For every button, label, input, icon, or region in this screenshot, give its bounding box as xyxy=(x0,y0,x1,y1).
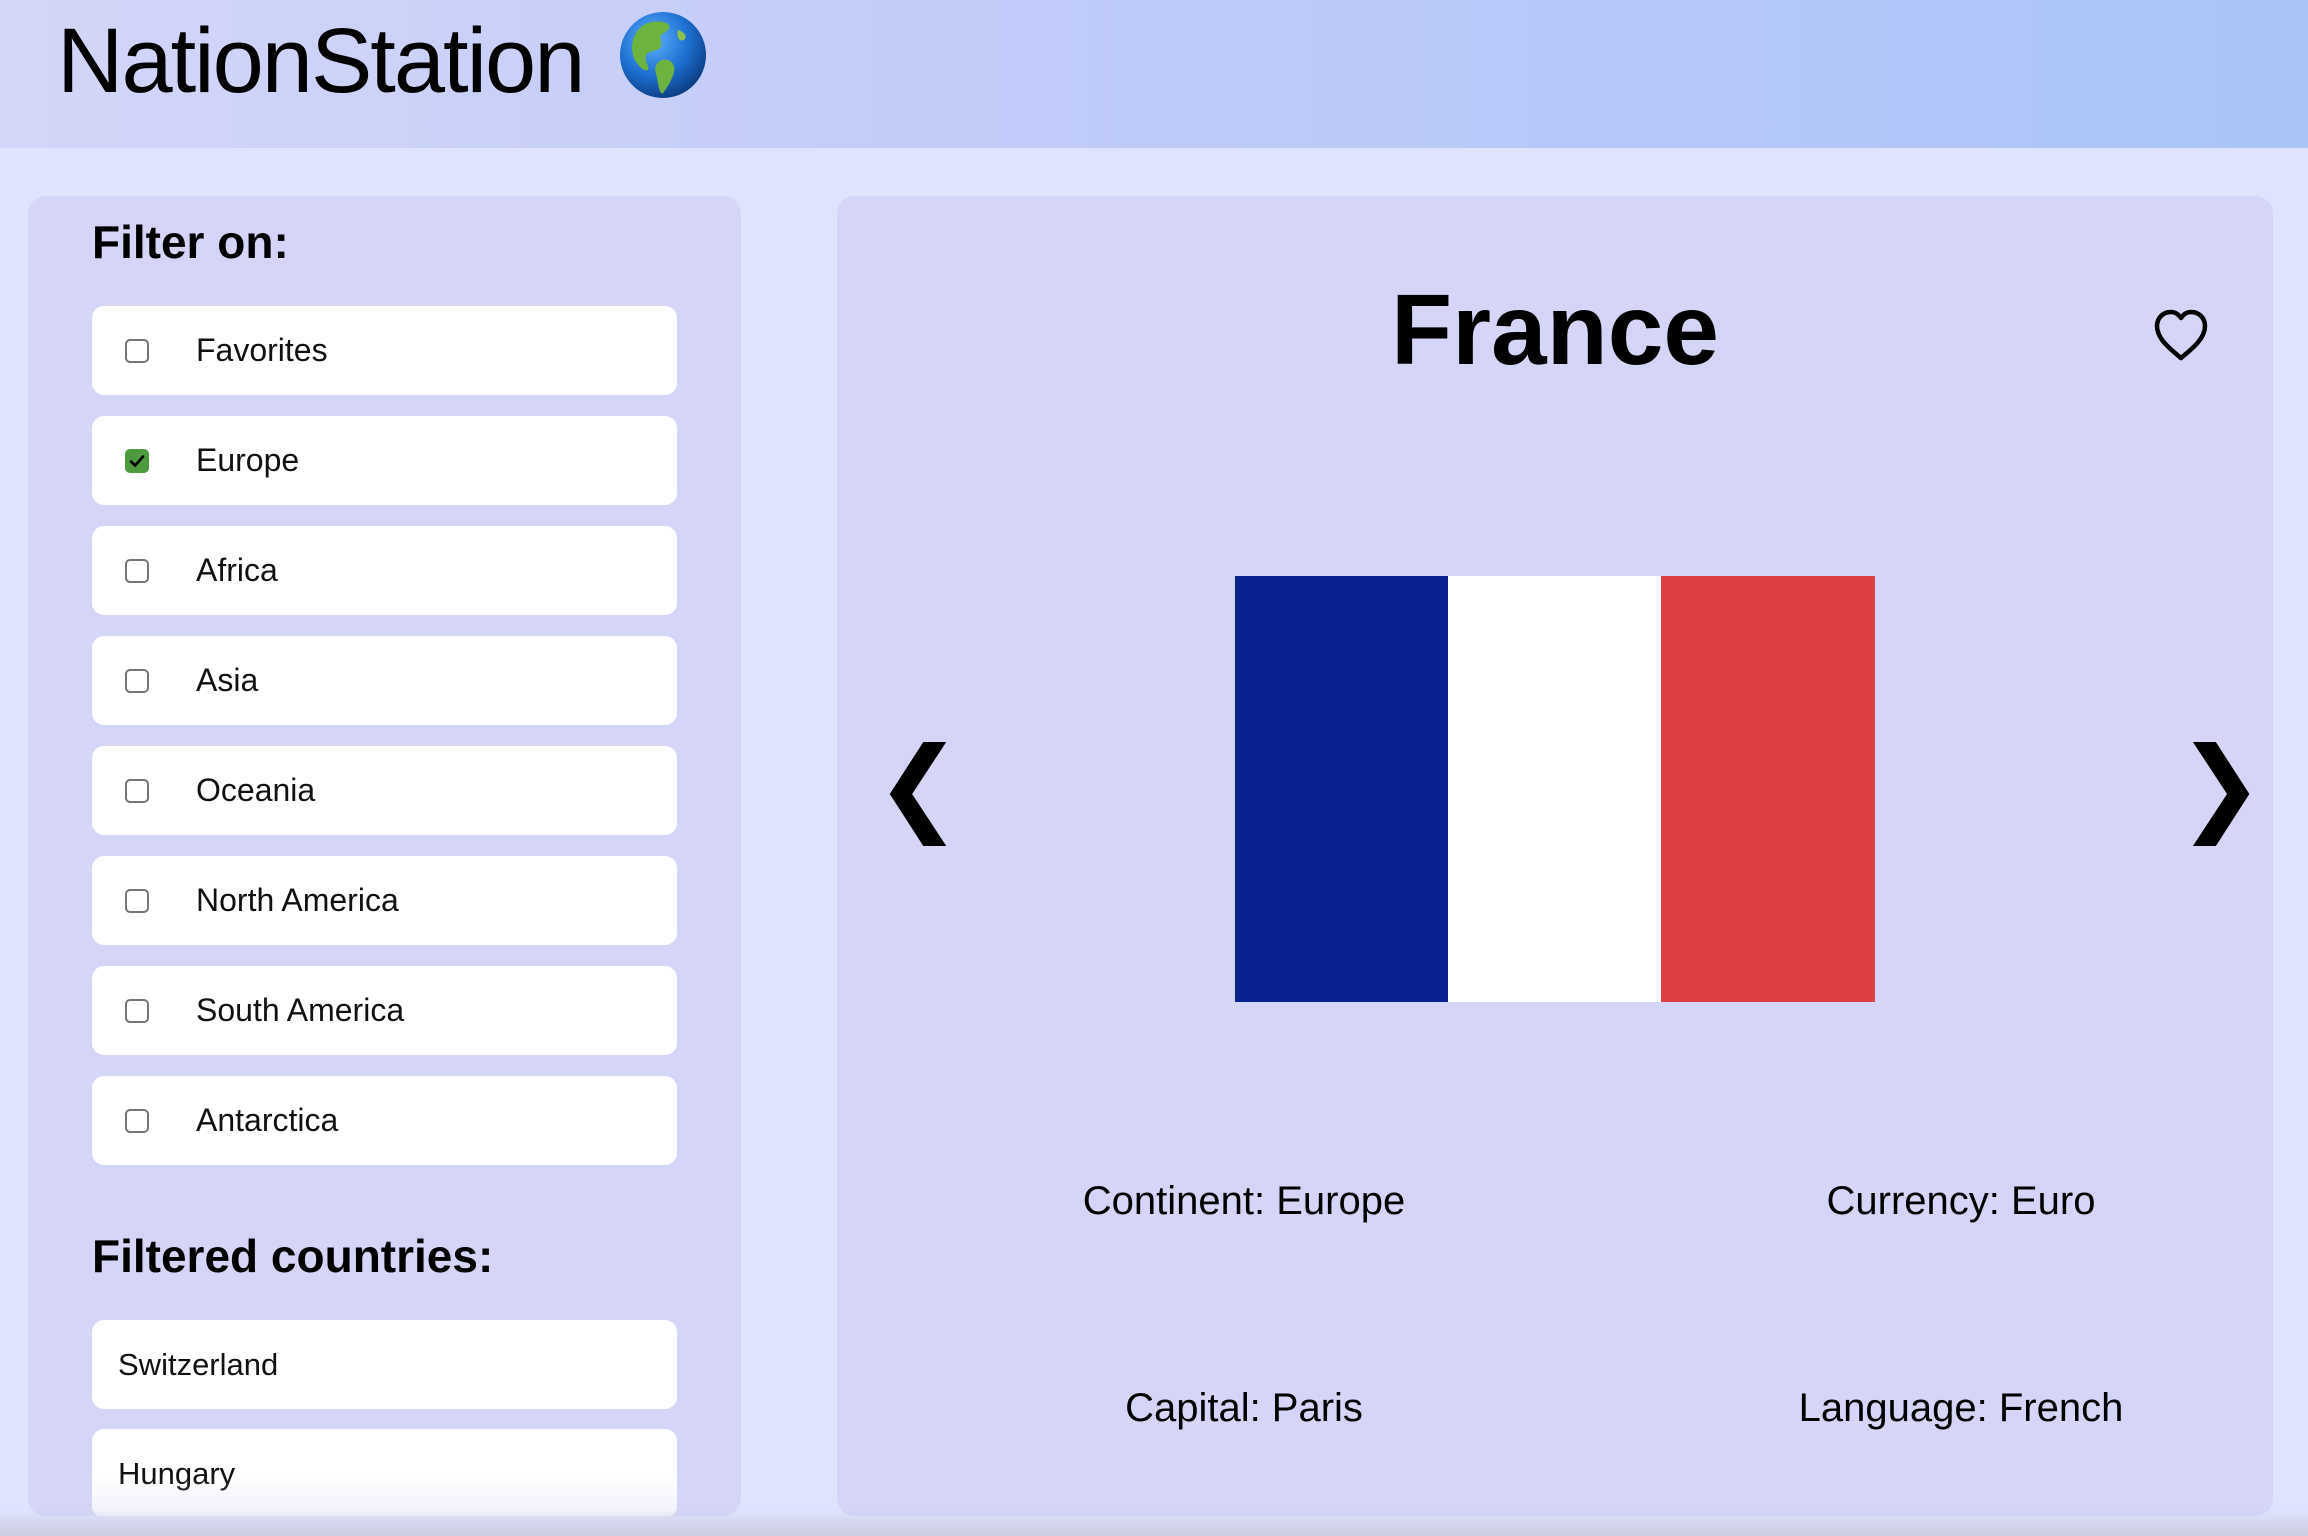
filter-item-south-america[interactable]: South America xyxy=(92,966,677,1055)
country-list-item[interactable]: Switzerland xyxy=(92,1320,677,1409)
filter-label: Europe xyxy=(196,442,300,478)
oceania-checkbox[interactable] xyxy=(125,779,149,803)
filter-heading: Filter on: xyxy=(92,216,289,268)
filter-label: Asia xyxy=(196,662,259,698)
country-label: Hungary xyxy=(118,1456,236,1491)
language-info: Language: French xyxy=(1798,1386,2124,1430)
filter-label: North America xyxy=(196,882,399,918)
next-country-button[interactable]: ❯ xyxy=(2177,734,2264,838)
filter-item-antarctica[interactable]: Antarctica xyxy=(92,1076,677,1165)
previous-country-button[interactable]: ❮ xyxy=(875,734,962,838)
south-america-checkbox[interactable] xyxy=(125,999,149,1023)
country-list-item[interactable]: Hungary xyxy=(92,1429,677,1516)
europe-checkbox[interactable] xyxy=(125,449,149,473)
capital-info: Capital: Paris xyxy=(1125,1386,1363,1430)
antarctica-checkbox[interactable] xyxy=(125,1109,149,1133)
country-name: France xyxy=(1391,274,1719,386)
app-title: NationStation xyxy=(57,10,585,112)
country-flag xyxy=(1235,576,1875,1002)
filter-item-europe[interactable]: Europe xyxy=(92,416,677,505)
filter-label: Favorites xyxy=(196,332,328,368)
country-card: France ❮ ❯ Continent: Europe Currency: E… xyxy=(837,196,2273,1516)
filter-item-asia[interactable]: Asia xyxy=(92,636,677,725)
africa-checkbox[interactable] xyxy=(125,559,149,583)
globe-americas-icon xyxy=(620,12,706,98)
filter-item-favorites[interactable]: Favorites xyxy=(92,306,677,395)
filter-label: Antarctica xyxy=(196,1102,339,1138)
filter-label: South America xyxy=(196,992,405,1028)
north-america-checkbox[interactable] xyxy=(125,889,149,913)
checkmark-icon xyxy=(129,455,145,467)
filter-item-oceania[interactable]: Oceania xyxy=(92,746,677,835)
app-header: NationStation xyxy=(0,0,2308,148)
flag-band-blue xyxy=(1235,576,1449,1002)
flag-band-red xyxy=(1661,576,1875,1002)
currency-info: Currency: Euro xyxy=(1826,1179,2096,1223)
country-label: Switzerland xyxy=(118,1347,279,1382)
window-bottom-edge xyxy=(0,1510,2308,1536)
flag-band-white xyxy=(1448,576,1662,1002)
filter-item-africa[interactable]: Africa xyxy=(92,526,677,615)
continent-info: Continent: Europe xyxy=(1082,1179,1406,1223)
favorites-checkbox[interactable] xyxy=(125,339,149,363)
filtered-countries-heading: Filtered countries: xyxy=(92,1230,494,1282)
filter-sidebar: Filter on: Favorites Europe Africa Asia … xyxy=(28,196,741,1516)
filter-label: Oceania xyxy=(196,772,316,808)
heart-outline-icon[interactable] xyxy=(2151,306,2211,366)
filter-label: Africa xyxy=(196,552,278,588)
filter-item-north-america[interactable]: North America xyxy=(92,856,677,945)
asia-checkbox[interactable] xyxy=(125,669,149,693)
